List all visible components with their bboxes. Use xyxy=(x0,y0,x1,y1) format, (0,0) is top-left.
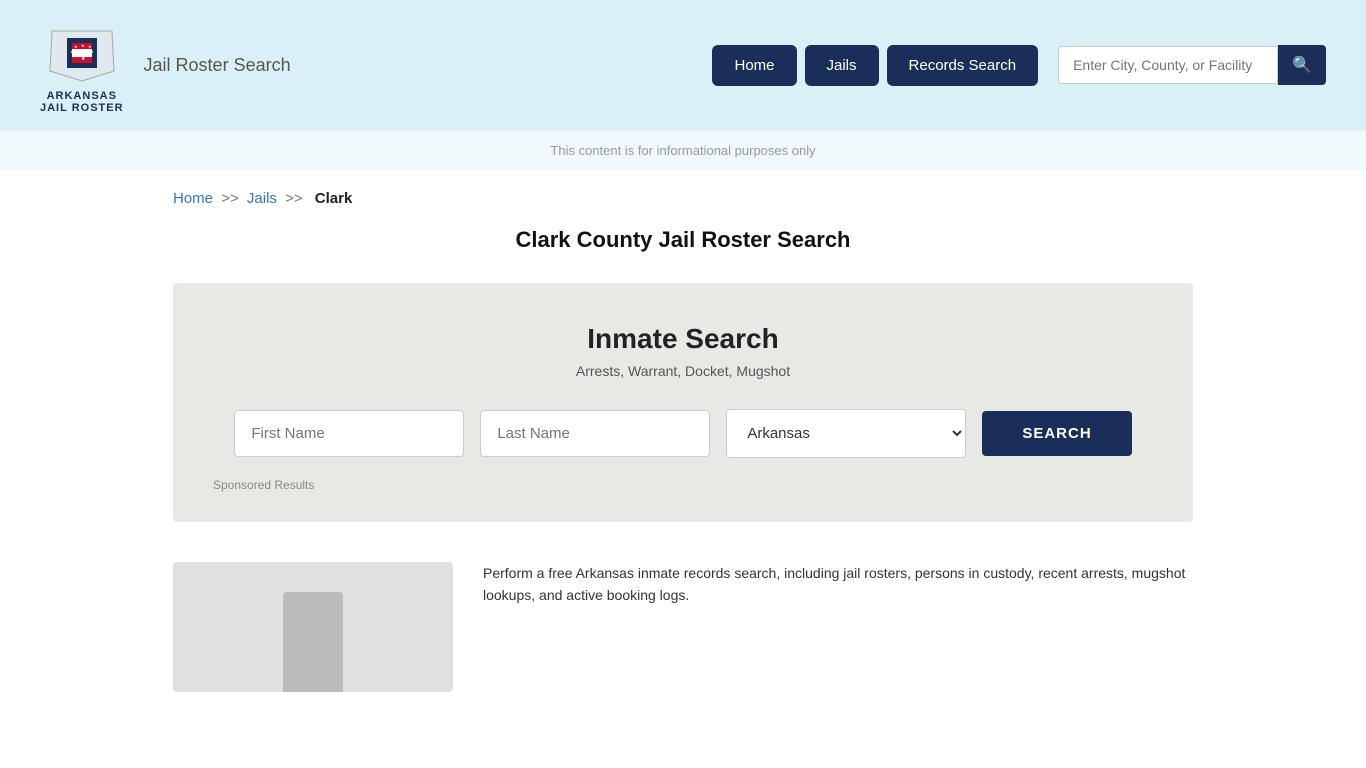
search-icon: 🔍 xyxy=(1292,57,1312,74)
svg-text:ARKANSAS: ARKANSAS xyxy=(70,49,93,54)
breadcrumb-jails[interactable]: Jails xyxy=(247,190,277,207)
breadcrumb: Home >> Jails >> Clark xyxy=(173,190,1193,207)
last-name-input[interactable] xyxy=(480,410,710,457)
svg-text:★: ★ xyxy=(81,43,85,48)
thumbnail-image xyxy=(173,562,453,692)
info-bar: This content is for informational purpos… xyxy=(0,130,1366,170)
search-button[interactable]: SEARCH xyxy=(982,411,1131,456)
first-name-input[interactable] xyxy=(234,410,464,457)
info-bar-text: This content is for informational purpos… xyxy=(550,143,815,158)
header-search-bar: 🔍 xyxy=(1058,45,1326,85)
search-form: AlabamaAlaskaArizonaArkansasCaliforniaCo… xyxy=(213,409,1153,458)
sponsored-label: Sponsored Results xyxy=(213,478,1153,492)
records-search-nav-button[interactable]: Records Search xyxy=(887,45,1039,86)
inmate-search-subtitle: Arrests, Warrant, Docket, Mugshot xyxy=(213,363,1153,379)
main-content: Home >> Jails >> Clark Clark County Jail… xyxy=(133,170,1233,732)
svg-text:★: ★ xyxy=(74,44,78,49)
inmate-search-title: Inmate Search xyxy=(213,323,1153,355)
bottom-section: Perform a free Arkansas inmate records s… xyxy=(173,562,1193,692)
breadcrumb-sep1: >> xyxy=(221,190,239,207)
site-title: Jail Roster Search xyxy=(144,55,291,76)
nav-area: Home Jails Records Search 🔍 xyxy=(712,45,1326,86)
svg-text:★: ★ xyxy=(88,44,92,49)
header-search-button[interactable]: 🔍 xyxy=(1278,45,1326,85)
header-search-input[interactable] xyxy=(1058,46,1278,84)
jails-nav-button[interactable]: Jails xyxy=(805,45,879,86)
bottom-description: Perform a free Arkansas inmate records s… xyxy=(483,562,1193,607)
state-select[interactable]: AlabamaAlaskaArizonaArkansasCaliforniaCo… xyxy=(726,409,966,458)
breadcrumb-current: Clark xyxy=(315,190,353,207)
breadcrumb-home[interactable]: Home xyxy=(173,190,213,207)
breadcrumb-sep2: >> xyxy=(285,190,303,207)
site-header: ARKANSAS ★ ★ ★ ★ ARKANSAS JAIL ROSTER Ja… xyxy=(0,0,1366,130)
search-container: Inmate Search Arrests, Warrant, Docket, … xyxy=(173,283,1193,522)
logo-text: ARKANSAS JAIL ROSTER xyxy=(40,90,124,114)
svg-text:★: ★ xyxy=(81,56,86,62)
logo-area: ARKANSAS ★ ★ ★ ★ ARKANSAS JAIL ROSTER xyxy=(40,16,124,114)
page-title: Clark County Jail Roster Search xyxy=(173,227,1193,253)
logo-icon: ARKANSAS ★ ★ ★ ★ xyxy=(42,16,122,86)
home-nav-button[interactable]: Home xyxy=(712,45,796,86)
